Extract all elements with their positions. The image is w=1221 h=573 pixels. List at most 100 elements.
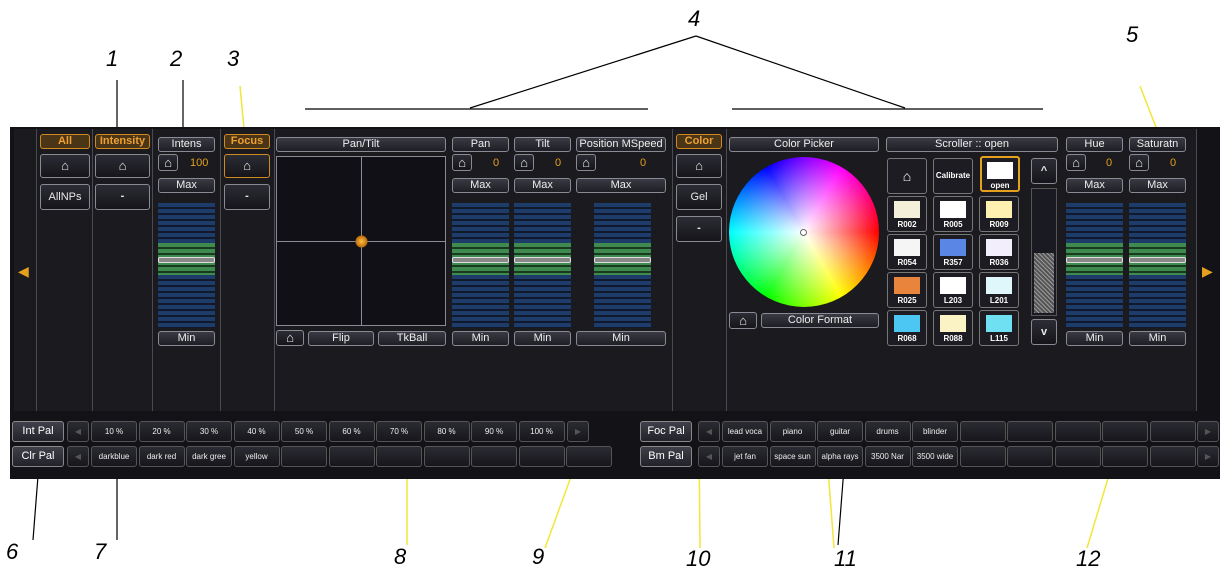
foc-palette-3[interactable]: guitar [817,421,863,442]
hue-home-button[interactable]: ⌂ [1066,154,1086,171]
int-scroll-right-icon[interactable]: ▶ [567,421,589,442]
int-palette-4[interactable]: 40 % [233,421,280,442]
pan-fader[interactable] [452,203,509,328]
bm-palette-9[interactable] [1102,446,1148,467]
tilt-home-button[interactable]: ⌂ [514,154,534,171]
clr-palette-6[interactable] [328,446,375,467]
scroll-down-button[interactable]: v [1031,319,1057,345]
saturation-fader[interactable] [1129,203,1186,328]
foc-palette-4[interactable]: drums [864,421,911,442]
position-mspeed-max-button[interactable]: Max [576,178,666,193]
bm-palette-6[interactable] [959,446,1006,467]
foc-scroll-left-icon[interactable]: ◀ [698,421,720,442]
bm-palette-1[interactable]: jet fan [722,446,768,467]
gel-swatch-r002[interactable]: R002 [887,196,927,232]
bm-palette-5[interactable]: 3500 wide [912,446,958,467]
position-mspeed-min-button[interactable]: Min [576,331,666,346]
color-format-button[interactable]: Color Format [761,313,879,328]
gel-swatch-l203[interactable]: L203 [933,272,973,308]
color-picker-home-button[interactable]: ⌂ [729,312,757,329]
clr-palette-2[interactable]: dark red [138,446,185,467]
int-palette-9[interactable]: 90 % [471,421,517,442]
clr-palette-7[interactable] [376,446,422,467]
clr-palette-9[interactable] [471,446,517,467]
clr-palette-3[interactable]: dark gree [186,446,232,467]
bm-palette-4[interactable]: 3500 Nar [864,446,911,467]
gel-swatch-r036[interactable]: R036 [979,234,1019,270]
intens-min-button[interactable]: Min [158,331,215,346]
tilt-max-button[interactable]: Max [514,178,571,193]
int-palette-10[interactable]: 100 % [518,421,565,442]
int-pal-button[interactable]: Int Pal [12,421,64,442]
page-right-arrow-icon[interactable]: ▶ [1202,263,1213,280]
foc-palette-9[interactable] [1102,421,1148,442]
tilt-fader[interactable] [514,203,571,328]
clr-palette-10[interactable] [518,446,565,467]
gel-swatch-r088[interactable]: R088 [933,310,973,346]
pantilt-cursor[interactable] [355,235,368,248]
int-palette-5[interactable]: 50 % [281,421,327,442]
int-palette-6[interactable]: 60 % [328,421,375,442]
calibrate-button[interactable]: Calibrate [933,158,973,194]
clr-palette-8[interactable] [423,446,470,467]
foc-palette-6[interactable] [959,421,1006,442]
pantilt-home-button[interactable]: ⌂ [276,330,304,346]
color-wheel-cursor[interactable] [800,229,807,236]
intensity-home-button[interactable]: ⌂ [95,154,150,178]
bm-scroll-left-icon[interactable]: ◀ [698,446,720,467]
pan-home-button[interactable]: ⌂ [452,154,472,171]
hue-min-button[interactable]: Min [1066,331,1123,346]
clr-palette-5[interactable] [281,446,327,467]
intens-home-button[interactable]: ⌂ [158,154,178,171]
clr-scroll-left-icon[interactable]: ◀ [67,446,89,467]
position-mspeed-home-button[interactable]: ⌂ [576,154,596,171]
foc-pal-button[interactable]: Foc Pal [640,421,692,442]
gel-swatch-l201[interactable]: L201 [979,272,1019,308]
tkball-button[interactable]: TkBall [378,331,446,346]
int-palette-2[interactable]: 20 % [138,421,185,442]
gel-swatch-l115[interactable]: L115 [979,310,1019,346]
gel-swatch-r025[interactable]: R025 [887,272,927,308]
bm-palette-7[interactable] [1007,446,1053,467]
hue-max-button[interactable]: Max [1066,178,1123,193]
foc-palette-5[interactable]: blinder [912,421,958,442]
gel-swatch-r005[interactable]: R005 [933,196,973,232]
gel-swatch-r068[interactable]: R068 [887,310,927,346]
focus-dash-button[interactable]: - [224,184,270,210]
clr-palette-4[interactable]: yellow [233,446,280,467]
bm-scroll-right-icon[interactable]: ▶ [1197,446,1219,467]
foc-palette-10[interactable] [1149,421,1196,442]
scroller-home-button[interactable]: ⌂ [887,158,927,194]
foc-palette-2[interactable]: piano [769,421,816,442]
saturation-home-button[interactable]: ⌂ [1129,154,1149,171]
color-home-button[interactable]: ⌂ [676,154,722,178]
clr-pal-button[interactable]: Clr Pal [12,446,64,467]
clr-palette-1[interactable]: darkblue [91,446,137,467]
int-palette-1[interactable]: 10 % [91,421,137,442]
page-left-arrow-icon[interactable]: ◀ [18,263,29,280]
scroll-up-button[interactable]: ^ [1031,158,1057,184]
int-scroll-left-icon[interactable]: ◀ [67,421,89,442]
gel-swatch-r009[interactable]: R009 [979,196,1019,232]
foc-palette-7[interactable] [1007,421,1053,442]
tilt-min-button[interactable]: Min [514,331,571,346]
hue-fader[interactable] [1066,203,1123,328]
foc-palette-8[interactable] [1054,421,1101,442]
pan-max-button[interactable]: Max [452,178,509,193]
saturation-min-button[interactable]: Min [1129,331,1186,346]
int-palette-8[interactable]: 80 % [423,421,470,442]
int-palette-7[interactable]: 70 % [376,421,422,442]
focus-home-button[interactable]: ⌂ [224,154,270,178]
position-mspeed-fader[interactable] [594,203,651,328]
pan-min-button[interactable]: Min [452,331,509,346]
gel-swatch-r054[interactable]: R054 [887,234,927,270]
gel-swatch-r357[interactable]: R357 [933,234,973,270]
pantilt-grid[interactable] [276,156,446,326]
intens-max-button[interactable]: Max [158,178,215,193]
intens-fader[interactable] [158,203,215,328]
gel-button[interactable]: Gel [676,184,722,210]
foc-scroll-right-icon[interactable]: ▶ [1197,421,1219,442]
open-swatch[interactable]: open [980,156,1020,192]
scroller-scrollbar[interactable] [1031,188,1057,316]
int-palette-3[interactable]: 30 % [186,421,232,442]
